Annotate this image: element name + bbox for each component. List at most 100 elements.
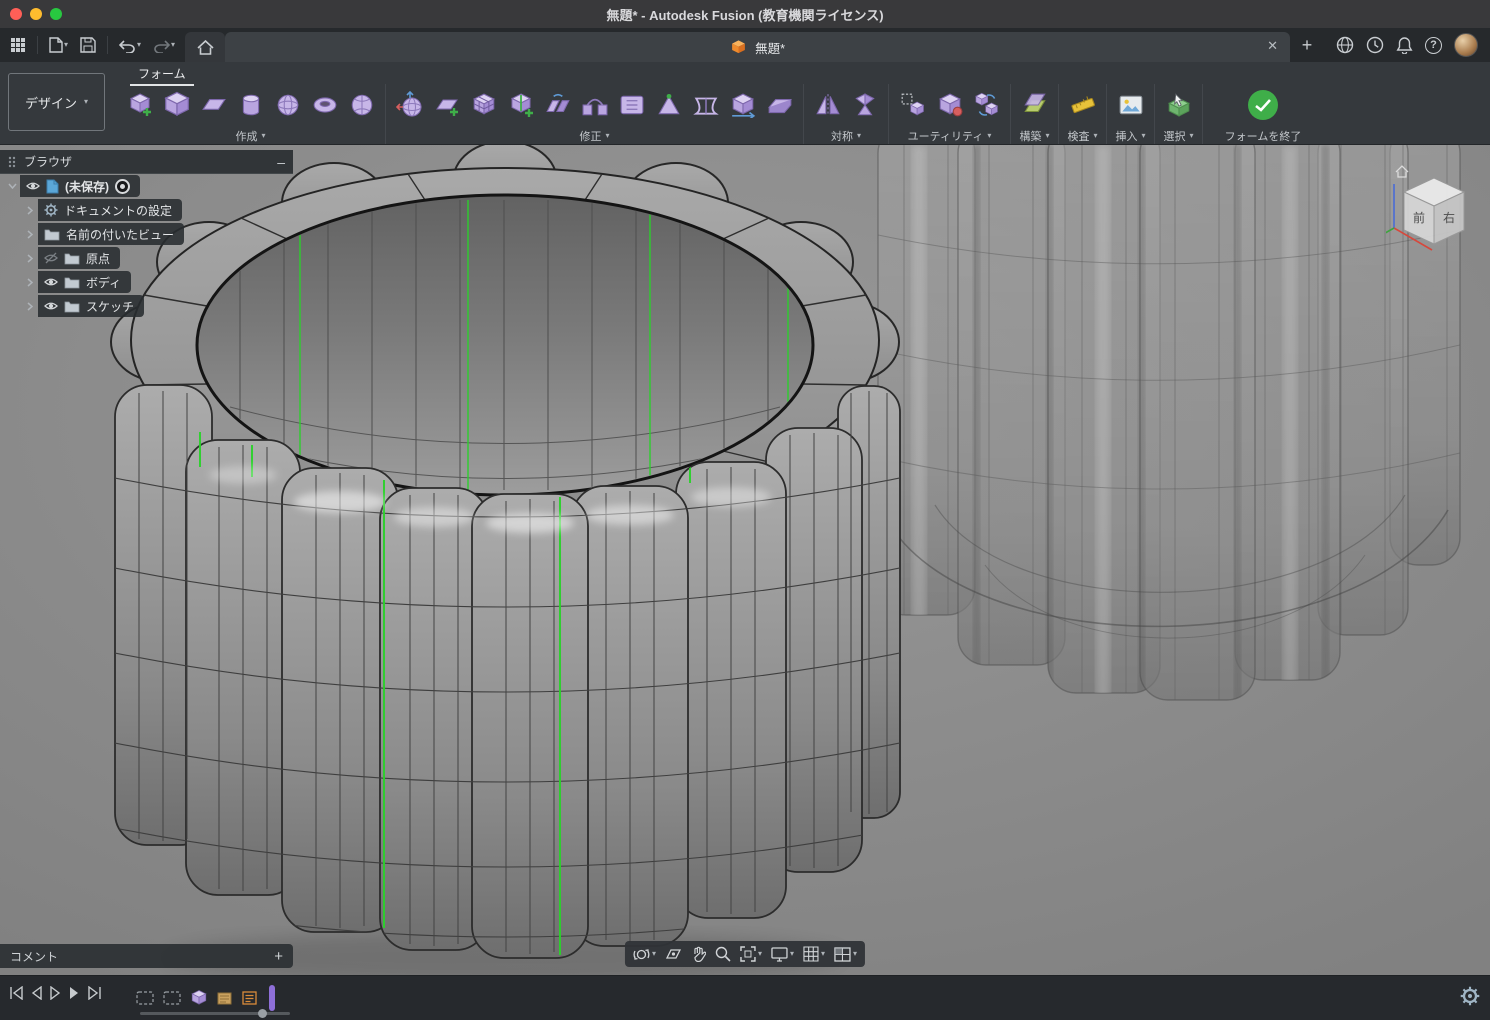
orbit-button[interactable]: ▾ [633,946,656,963]
chevron-right-icon[interactable] [22,302,38,311]
skip-to-start-button[interactable] [8,986,24,1000]
insert-group-dropdown[interactable]: 挿入 ▾ [1115,128,1145,144]
mirror-symmetry-button[interactable] [809,85,846,125]
visibility-toggle[interactable] [44,276,58,288]
browser-row-named-views[interactable]: 名前の付いたビュー [0,222,293,246]
profile-button[interactable] [1454,33,1478,57]
minimize-window-button[interactable] [30,8,42,20]
symmetry-group-dropdown[interactable]: 対称 ▾ [831,128,861,144]
slide-edge-button[interactable] [724,85,761,125]
timeline-position-marker[interactable] [267,984,277,1012]
chevron-right-icon[interactable] [22,254,38,263]
circular-symmetry-button[interactable] [846,85,883,125]
zoom-button[interactable] [715,946,731,962]
bridge-button[interactable] [576,85,613,125]
timeline-sketch-feature[interactable] [217,990,233,1006]
weld-vertices-button[interactable] [650,85,687,125]
modify-group-dropdown[interactable]: 修正 ▾ [579,128,609,144]
workspace-selector[interactable]: デザイン ▾ [8,73,105,131]
create-group-dropdown[interactable]: 作成 ▾ [235,128,265,144]
chevron-right-icon[interactable] [22,278,38,287]
convert-button[interactable] [968,85,1005,125]
measure-button[interactable] [1064,85,1101,125]
job-status-button[interactable] [1366,36,1384,54]
fill-hole-button[interactable] [613,85,650,125]
file-menu-button[interactable]: ▾ [45,34,72,56]
expand-comments-button[interactable]: + [274,948,283,965]
chevron-down-icon[interactable] [4,183,20,189]
create-primitive-cube-button[interactable] [158,85,195,125]
construct-group-dropdown[interactable]: 構築 ▾ [1019,128,1049,144]
utilities-group-dropdown[interactable]: ユーティリティ ▾ [908,128,992,144]
create-cylinder-button[interactable] [232,85,269,125]
visibility-toggle[interactable] [44,300,58,312]
create-plane-button[interactable] [195,85,232,125]
visibility-toggle[interactable] [26,180,40,192]
browser-row-document-settings[interactable]: ドキュメントの設定 [0,198,293,222]
viewcube-home-icon[interactable] [1396,166,1408,177]
create-box-button[interactable] [121,85,158,125]
chevron-right-icon[interactable] [22,230,38,239]
step-back-button[interactable] [30,986,43,1000]
notifications-button[interactable] [1396,36,1413,54]
document-tab[interactable]: 無題* ✕ [225,32,1290,62]
finish-form-button[interactable] [1208,85,1318,125]
fit-button[interactable]: ▾ [740,946,762,962]
select-group-dropdown[interactable]: 選択 ▾ [1163,128,1193,144]
comments-bar[interactable]: コメント + [0,944,293,968]
step-forward-button[interactable] [68,986,81,1000]
visibility-toggle[interactable] [44,252,58,264]
inspect-group-dropdown[interactable]: 検査 ▾ [1067,128,1097,144]
merge-edge-button[interactable] [539,85,576,125]
create-quadball-button[interactable] [343,85,380,125]
timeline-slider-thumb[interactable] [258,1009,267,1018]
edit-form-button[interactable] [391,85,428,125]
display-mode-button[interactable] [894,85,931,125]
thicken-button[interactable] [761,85,798,125]
timeline-sketch-list-feature[interactable] [242,990,258,1006]
close-tab-button[interactable]: ✕ [1267,38,1278,54]
display-settings-button[interactable]: ▾ [771,947,794,962]
extensions-button[interactable] [1336,36,1354,54]
pan-button[interactable] [691,946,706,962]
play-button[interactable] [49,986,62,1000]
undo-button[interactable]: ▾ [115,35,145,56]
browser-collapse-button[interactable]: – [277,154,285,170]
capture-history-badge[interactable] [115,179,130,194]
finish-form-label-button[interactable]: フォームを終了 [1225,128,1302,144]
new-tab-button[interactable]: + [1290,35,1324,56]
insert-media-button[interactable] [1112,85,1149,125]
timeline-group-marker[interactable] [136,990,154,1006]
create-torus-button[interactable] [306,85,343,125]
timeline-settings-button[interactable] [1460,986,1480,1009]
timeline-form-feature[interactable] [190,989,208,1007]
select-tool-button[interactable] [1160,85,1197,125]
create-sphere-button[interactable] [269,85,306,125]
skip-to-end-button[interactable] [87,986,103,1000]
form-context-tab[interactable]: フォーム [130,65,194,86]
app-grid-button[interactable] [6,34,30,56]
grid-snap-button[interactable]: ▾ [803,946,825,962]
insert-edge-button[interactable] [502,85,539,125]
redo-button[interactable]: ▾ [149,35,179,56]
help-button[interactable]: ? [1425,37,1442,54]
repair-body-button[interactable] [931,85,968,125]
browser-header[interactable]: ブラウザ – [0,150,293,174]
viewports-button[interactable]: ▾ [834,947,857,962]
timeline-group-marker[interactable] [163,990,181,1006]
browser-row-origin[interactable]: 原点 [0,246,293,270]
browser-row-document[interactable]: (未保存) [0,174,293,198]
zoom-window-button[interactable] [50,8,62,20]
save-button[interactable] [76,34,100,56]
browser-row-bodies[interactable]: ボディ [0,270,293,294]
look-at-button[interactable] [665,947,682,962]
close-window-button[interactable] [10,8,22,20]
browser-row-sketches[interactable]: スケッチ [0,294,293,318]
construct-plane-button[interactable] [1016,85,1053,125]
timeline-zoom-slider[interactable] [140,1012,290,1015]
chevron-right-icon[interactable] [22,206,38,215]
insert-face-button[interactable] [428,85,465,125]
viewcube[interactable]: 前 右 [1386,162,1478,258]
subdivide-button[interactable] [465,85,502,125]
home-tab[interactable] [185,32,225,62]
